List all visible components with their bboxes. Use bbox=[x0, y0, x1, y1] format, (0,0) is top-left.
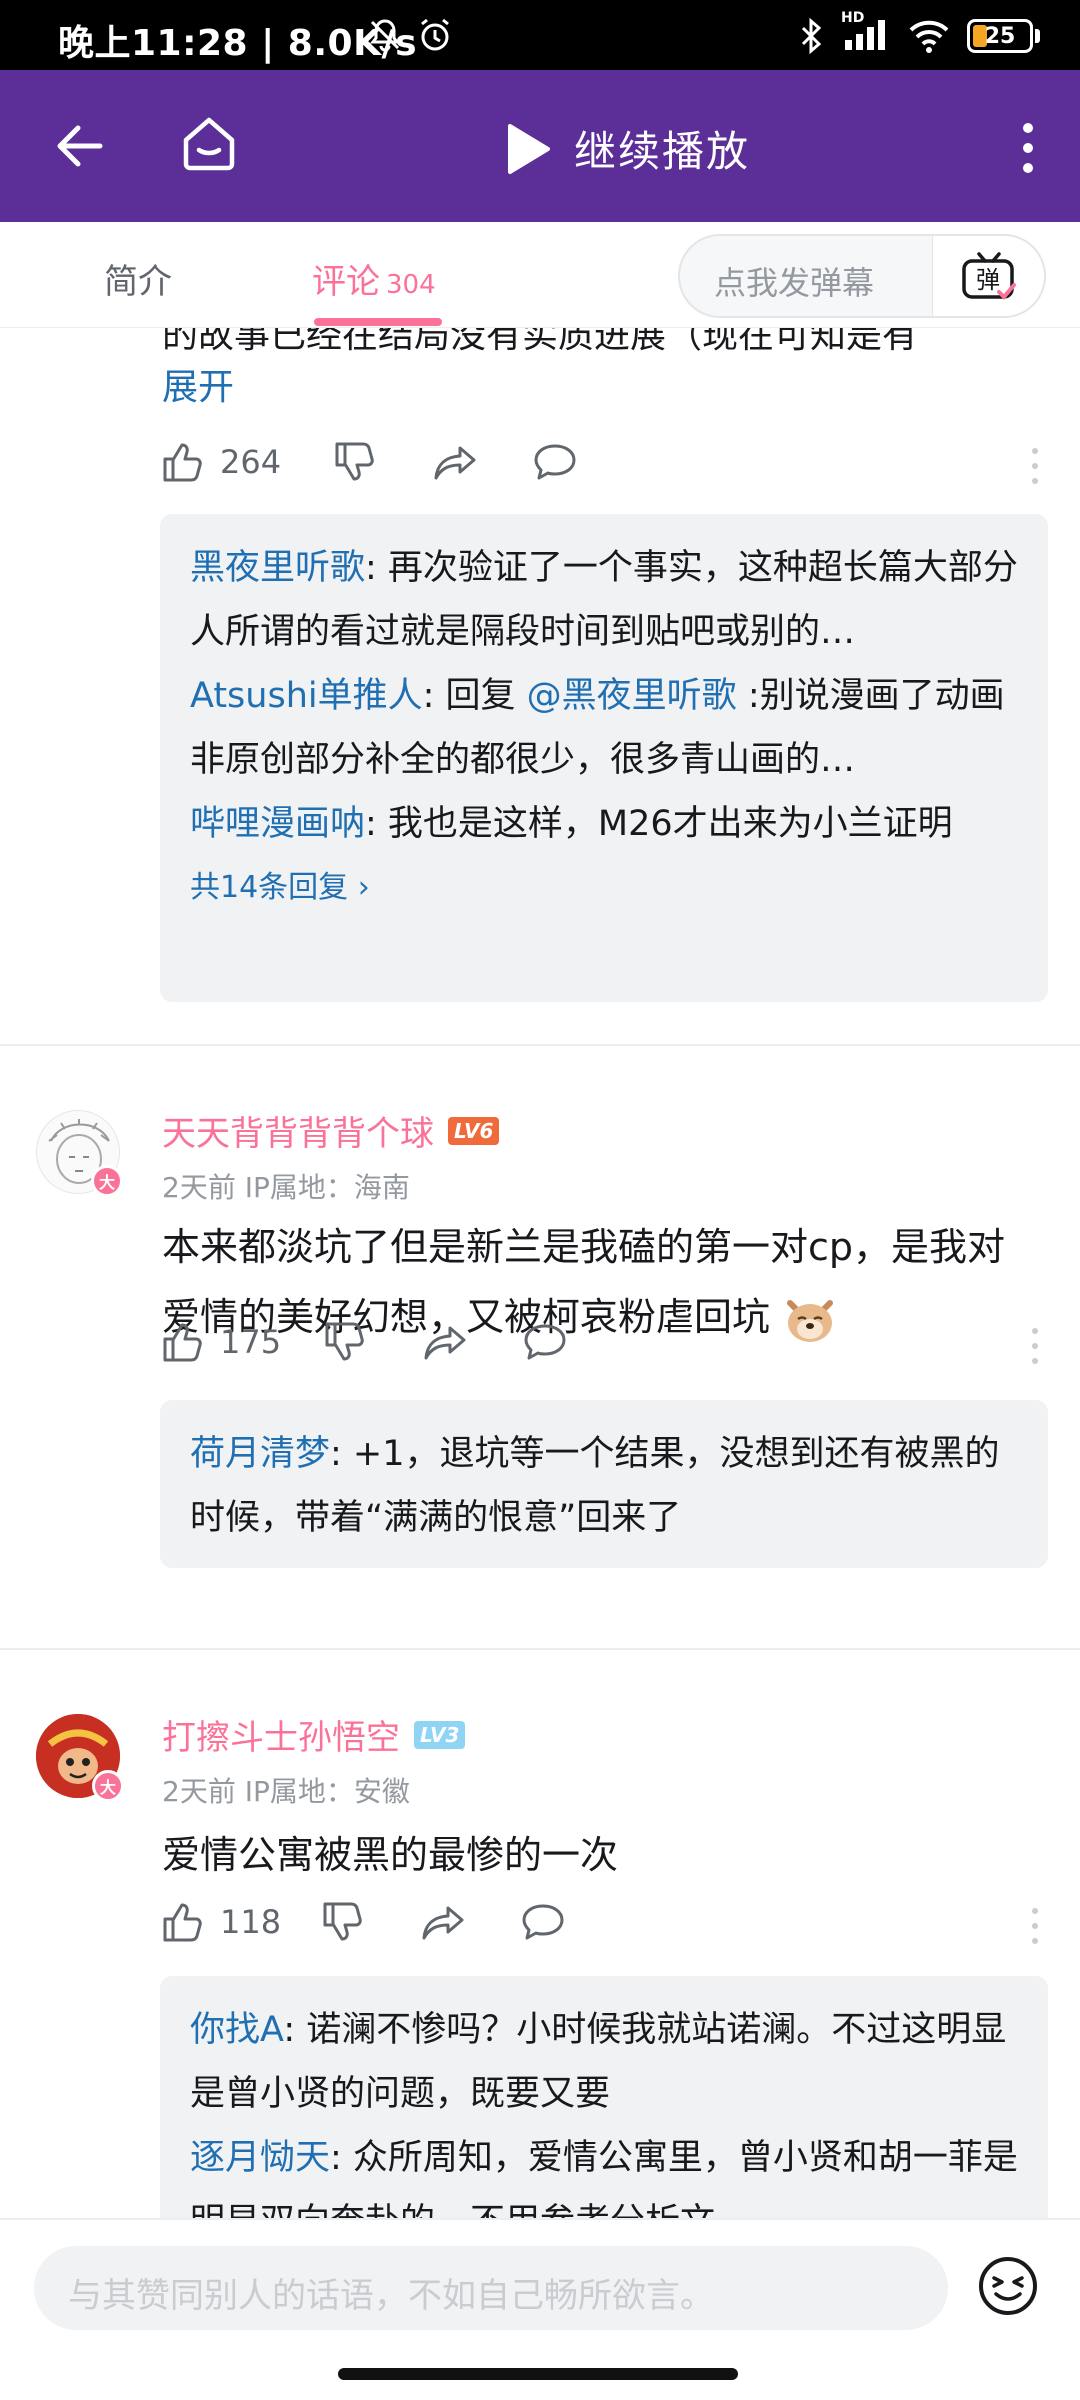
alarm-icon bbox=[421, 18, 449, 51]
comment-divider bbox=[0, 1648, 1080, 1650]
comment-body: 爱情公寓被黑的最惨的一次 bbox=[162, 1833, 619, 1877]
danmaku-input[interactable]: 点我发弹幕 弹 bbox=[678, 234, 1046, 318]
svg-text:弹: 弹 bbox=[976, 266, 1000, 294]
like-button[interactable]: 175 bbox=[160, 1320, 281, 1364]
vip-badge: 大 bbox=[91, 1165, 123, 1197]
thumbs-down-icon[interactable] bbox=[322, 1320, 366, 1364]
comment-input-placeholder: 与其赞同别人的话语，不如自己畅所欲言。 bbox=[68, 2276, 714, 2316]
expand-link[interactable]: 展开 bbox=[162, 358, 234, 410]
comment-actions: 118 bbox=[160, 1900, 1040, 1950]
reply-bubble-icon[interactable] bbox=[522, 1320, 568, 1364]
comment-input[interactable]: 与其赞同别人的话语，不如自己畅所欲言。 bbox=[34, 2246, 948, 2330]
thumbs-up-icon bbox=[163, 1903, 202, 1942]
reply-username[interactable]: 哔哩漫画呐 bbox=[190, 804, 365, 844]
comment-more-icon[interactable] bbox=[1030, 1326, 1040, 1366]
continue-play-button[interactable]: 继续播放 bbox=[504, 118, 750, 179]
like-count: 118 bbox=[220, 1903, 282, 1941]
reply-username[interactable]: 你找A bbox=[190, 2010, 283, 2050]
thumbs-down-icon[interactable] bbox=[320, 1900, 364, 1944]
comment-partial-text: 的故事已经在结局没有实质进展（现在可知是有 bbox=[162, 328, 919, 356]
avatar[interactable]: 大 bbox=[36, 1110, 123, 1197]
reply-preview-box[interactable]: 你找A: 诺澜不惨吗？小时候我就站诺澜。不过这明显是曾小贤的问题，既要又要 逐月… bbox=[160, 1976, 1048, 2218]
status-right-icons: HD 25 bbox=[799, 10, 1040, 56]
reply-item[interactable]: 哔哩漫画呐: 我也是这样，M26才出来为小兰证明 bbox=[190, 792, 1018, 856]
comment-username[interactable]: 打擦斗士孙悟空 bbox=[162, 1710, 400, 1759]
comment-username-row: 天天背背背背个球 LV6 bbox=[162, 1106, 500, 1155]
reply-username[interactable]: 逐月恸天 bbox=[190, 2138, 330, 2178]
reply-mention[interactable]: @黑夜里听歌 bbox=[527, 676, 737, 716]
tab-intro[interactable]: 简介 bbox=[104, 254, 172, 303]
reply-preview-box[interactable]: 荷月清梦: +1，退坑等一个结果，没想到还有被黑的时候，带着“满满的恨意”回来了 bbox=[160, 1400, 1048, 1568]
reply-item[interactable]: 你找A: 诺澜不惨吗？小时候我就站诺澜。不过这明显是曾小贤的问题，既要又要 bbox=[190, 1998, 1018, 2126]
mute-bell-icon bbox=[370, 19, 400, 52]
reply-item[interactable]: 逐月恸天: 众所周知，爱情公寓里，曾小贤和胡一菲是明显双向奔赴的，不用参考分析文 bbox=[190, 2126, 1018, 2218]
avatar[interactable]: 大 bbox=[36, 1714, 124, 1802]
like-count: 175 bbox=[220, 1323, 282, 1361]
level-badge: LV6 bbox=[448, 1116, 500, 1145]
tab-comments-label: 评论 bbox=[312, 262, 380, 302]
comment-more-icon[interactable] bbox=[1030, 446, 1040, 486]
comment-meta: 2天前 IP属地：安徽 bbox=[162, 1775, 410, 1808]
tab-comments-count: 304 bbox=[386, 270, 436, 300]
tab-comments[interactable]: 评论 304 bbox=[312, 254, 436, 303]
back-arrow-icon[interactable] bbox=[48, 116, 108, 176]
home-icon[interactable] bbox=[178, 112, 240, 174]
reply-username[interactable]: Atsushi单推人 bbox=[190, 676, 423, 716]
reply-text: : 回复 bbox=[422, 676, 527, 716]
like-button[interactable]: 118 bbox=[160, 1900, 281, 1944]
more-vertical-icon[interactable] bbox=[1018, 120, 1038, 176]
tab-active-underline bbox=[314, 318, 442, 326]
thumbs-down-icon[interactable] bbox=[332, 440, 376, 484]
comment-username[interactable]: 天天背背背背个球 bbox=[162, 1106, 434, 1155]
reply-item[interactable]: 黑夜里听歌: 再次验证了一个事实，这种超长篇大部分人所谓的看过就是隔段时间到贴吧… bbox=[190, 536, 1018, 664]
comment-meta: 2天前 IP属地：海南 bbox=[162, 1171, 410, 1204]
status-left-icons bbox=[366, 16, 454, 54]
reply-bubble-icon[interactable] bbox=[520, 1900, 566, 1944]
danmaku-tv-icon: 弹 bbox=[961, 252, 1016, 300]
wifi-icon bbox=[909, 20, 949, 53]
level-badge: LV3 bbox=[414, 1720, 466, 1749]
comment-list: 的故事已经在结局没有实质进展（现在可知是有 展开 264 黑夜里听歌: 再次验证… bbox=[0, 328, 1080, 2218]
comment-more-icon[interactable] bbox=[1030, 1906, 1040, 1946]
play-icon bbox=[508, 123, 550, 174]
danmaku-button[interactable]: 弹 bbox=[932, 236, 1044, 316]
reply-item[interactable]: Atsushi单推人: 回复 @黑夜里听歌 :别说漫画了动画非原创部分补全的都很… bbox=[190, 664, 1018, 792]
continue-play-label: 继续播放 bbox=[574, 127, 751, 176]
share-icon[interactable] bbox=[420, 1900, 466, 1944]
bluetooth-icon bbox=[801, 17, 822, 55]
reply-bubble-icon[interactable] bbox=[532, 440, 578, 484]
comment-divider bbox=[0, 1044, 1080, 1046]
vip-badge: 大 bbox=[92, 1770, 124, 1802]
total-replies-link[interactable]: 共14条回复 › bbox=[190, 862, 1018, 906]
reply-username[interactable]: 黑夜里听歌 bbox=[190, 548, 365, 588]
home-indicator[interactable] bbox=[338, 2368, 738, 2380]
battery-indicator: 25 bbox=[967, 19, 1033, 53]
status-bar: 晚上11:28 | 8.0K/s HD 25 bbox=[0, 0, 1080, 70]
reply-text: : 我也是这样，M26才出来为小兰证明 bbox=[365, 804, 953, 844]
emoji-icon[interactable] bbox=[976, 2254, 1040, 2318]
share-icon[interactable] bbox=[432, 440, 478, 484]
signal-icon: HD bbox=[841, 10, 891, 56]
reply-username[interactable]: 荷月清梦 bbox=[190, 1434, 330, 1474]
reply-item[interactable]: 荷月清梦: +1，退坑等一个结果，没想到还有被黑的时候，带着“满满的恨意”回来了 bbox=[190, 1422, 1018, 1550]
comment-username-row: 打擦斗士孙悟空 LV3 bbox=[162, 1710, 466, 1759]
danmaku-placeholder: 点我发弹幕 bbox=[714, 264, 875, 302]
thumbs-up-icon bbox=[163, 443, 202, 482]
comment-item: 大 打擦斗士孙悟空 LV3 2天前 IP属地：安徽 爱情公寓被黑的最惨的一次 1… bbox=[0, 1652, 1080, 2218]
status-time-speed: 晚上11:28 | 8.0K/s bbox=[58, 23, 418, 64]
like-button[interactable]: 264 bbox=[160, 440, 281, 484]
reply-text: : 诺澜不惨吗？小时候我就站诺澜。不过这明显是曾小贤的问题，既要又要 bbox=[190, 2010, 1007, 2114]
like-count: 264 bbox=[220, 443, 282, 481]
reply-preview-box[interactable]: 黑夜里听歌: 再次验证了一个事实，这种超长篇大部分人所谓的看过就是隔段时间到贴吧… bbox=[160, 514, 1048, 1002]
share-icon[interactable] bbox=[422, 1320, 468, 1364]
thumbs-up-icon bbox=[163, 1323, 202, 1362]
comment-actions: 264 bbox=[160, 440, 1040, 490]
comment-actions: 175 bbox=[160, 1320, 1040, 1370]
video-top-bar: 继续播放 bbox=[0, 70, 1080, 222]
tab-bar: 简介 评论 304 点我发弹幕 弹 bbox=[0, 222, 1080, 328]
